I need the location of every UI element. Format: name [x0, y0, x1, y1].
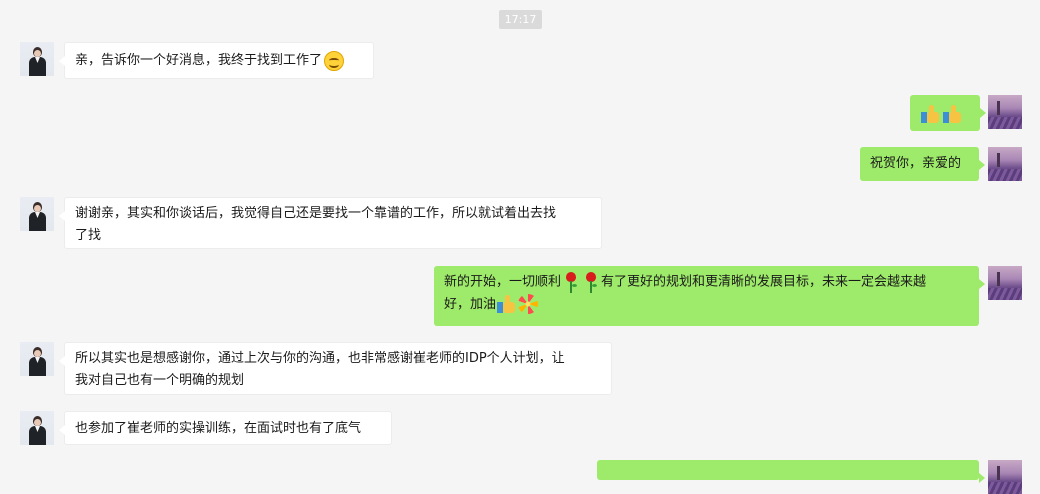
rose-icon [563, 271, 579, 293]
contact-avatar[interactable] [20, 197, 54, 231]
message-text: 亲，告诉你一个好消息，我终于找到工作了 [75, 53, 323, 68]
contact-avatar[interactable] [20, 411, 54, 445]
message-text-line: 了找 [75, 228, 102, 243]
message-bubble-sent[interactable]: 新的开始，一切顺利 有了更好的规划和更清晰的发展目标，未来一定会越来越 好，加油 [434, 266, 985, 326]
message-bubble-sent[interactable]: 祝贺你，亲爱的 [860, 147, 985, 181]
message-text: 祝贺你，亲爱的 [870, 156, 962, 171]
message-text: 新的开始，一切顺利 [444, 274, 562, 290]
message-bubble-sent[interactable] [910, 95, 986, 131]
message-text: 也参加了崔老师的实操训练，在面试时也有了底气 [75, 421, 362, 436]
message-text-line: 所以其实也是想感谢你，通过上次与你的沟通，也非常感谢崔老师的IDP个人计划，让 [75, 351, 565, 366]
contact-avatar[interactable] [20, 42, 54, 76]
own-avatar[interactable] [988, 460, 1022, 494]
message-bubble-sent-partial[interactable] [597, 460, 985, 483]
message-text: 有了更好的规划和更清晰的发展目标，未来一定会越来越 [601, 274, 927, 290]
thumbs-up-icon [497, 294, 517, 314]
own-avatar[interactable] [988, 147, 1022, 181]
message-text-line: 新的开始，一切顺利 有了更好的规划和更清晰的发展目标，未来一定会越来越 [444, 271, 969, 294]
smile-icon [324, 50, 345, 71]
rose-icon [583, 271, 599, 293]
own-avatar[interactable] [988, 266, 1022, 300]
message-bubble-received[interactable]: 也参加了崔老师的实操训练，在面试时也有了底气 [59, 411, 392, 445]
message-text-line: 好，加油 [444, 294, 969, 316]
message-text-line: 我对自己也有一个明确的规划 [75, 373, 245, 388]
thumbs-up-icon [943, 104, 963, 124]
fireworks-icon [518, 294, 539, 314]
message-bubble-received[interactable]: 谢谢亲，其实和你谈话后，我觉得自己还是要找一个靠谱的工作，所以就试着出去找 了找 [59, 197, 602, 249]
thumbs-up-icon [921, 104, 941, 124]
message-bubble-received[interactable]: 亲，告诉你一个好消息，我终于找到工作了 [59, 42, 374, 79]
own-avatar[interactable] [988, 95, 1022, 129]
message-text-line: 谢谢亲，其实和你谈话后，我觉得自己还是要找一个靠谱的工作，所以就试着出去找 [75, 206, 557, 221]
message-text: 好，加油 [444, 296, 497, 312]
contact-avatar[interactable] [20, 342, 54, 376]
timestamp: 17:17 [499, 10, 542, 29]
message-bubble-received[interactable]: 所以其实也是想感谢你，通过上次与你的沟通，也非常感谢崔老师的IDP个人计划，让 … [59, 342, 612, 395]
